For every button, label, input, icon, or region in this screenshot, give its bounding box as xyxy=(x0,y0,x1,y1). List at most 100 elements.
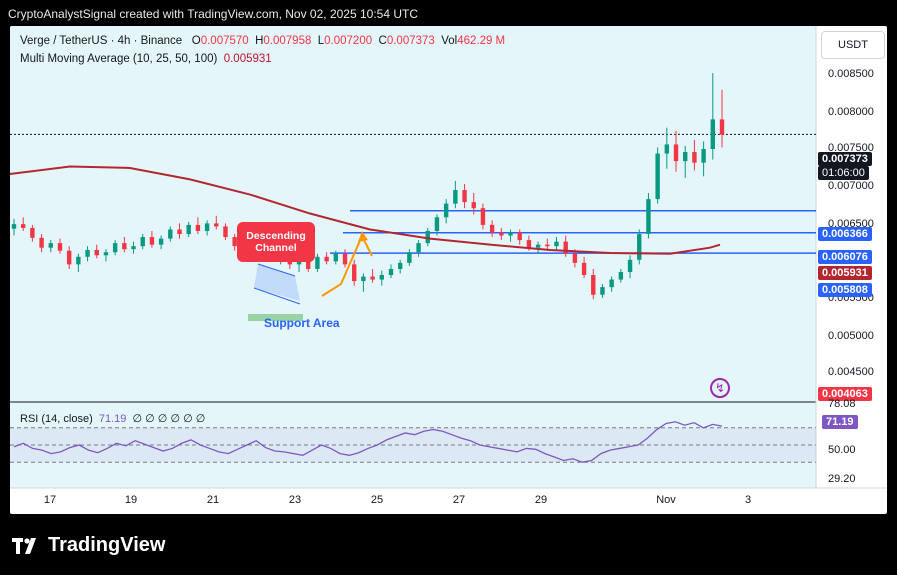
close-label: C xyxy=(378,35,387,47)
descending-channel-shape xyxy=(254,264,300,301)
chart-canvas[interactable] xyxy=(10,26,887,514)
candle-body xyxy=(168,229,173,239)
candle-body xyxy=(140,237,145,247)
candle-body xyxy=(710,119,716,149)
candle-body xyxy=(85,249,90,257)
tradingview-mark-icon xyxy=(12,536,42,556)
price-tick: 0.008500 xyxy=(828,68,874,80)
level-badge-3: 0.005808 xyxy=(818,283,872,297)
rsi-value: 71.19 xyxy=(98,413,127,425)
candle-body xyxy=(186,224,191,235)
lightning-icon[interactable]: ↯ xyxy=(710,378,730,398)
chart-frame[interactable]: Verge / TetherUS · 4h · Binance O0.00757… xyxy=(10,26,887,514)
candle-body xyxy=(637,234,642,260)
close-value: 0.007373 xyxy=(386,35,435,47)
time-tick: 21 xyxy=(206,494,220,506)
candle-body xyxy=(66,250,72,265)
candle-body xyxy=(683,152,688,162)
candle-body xyxy=(76,256,81,265)
candle-body xyxy=(554,241,559,247)
countdown-badge: 01:06:00 xyxy=(818,166,869,180)
candle-body xyxy=(535,244,541,248)
support-area-label[interactable]: Support Area xyxy=(264,316,340,330)
candle-body xyxy=(591,275,596,295)
candle-body xyxy=(352,264,357,282)
candle-body xyxy=(177,229,182,235)
candle-body xyxy=(11,224,17,229)
currency-button[interactable]: USDT xyxy=(821,31,885,59)
candle-body xyxy=(30,227,35,238)
symbol-info: Verge / TetherUS · 4h · Binance O0.00757… xyxy=(20,35,505,47)
open-label: O xyxy=(191,35,201,47)
candle-body xyxy=(94,249,99,256)
candle-body xyxy=(388,268,394,276)
candle-body xyxy=(214,223,219,227)
time-tick: 25 xyxy=(370,494,384,506)
price-tick: 0.005000 xyxy=(828,330,874,342)
candle-body xyxy=(508,232,513,236)
candle-body xyxy=(563,241,568,254)
candle-body xyxy=(333,253,339,262)
level-badge-2: 0.006076 xyxy=(818,250,872,264)
candle-body xyxy=(361,276,366,282)
rsi-tick: 50.00 xyxy=(828,444,856,456)
ma-badge: 0.005931 xyxy=(818,266,872,280)
candle-body xyxy=(673,144,679,162)
candle-body xyxy=(545,244,550,247)
indicator-value: 0.005931 xyxy=(223,53,272,65)
candle-body xyxy=(149,237,155,245)
candle-body xyxy=(158,238,164,245)
candle-body xyxy=(48,243,53,248)
price-tick: 0.007000 xyxy=(828,180,874,192)
candle-body xyxy=(122,243,127,250)
descending-channel-callout[interactable]: Descending Channel xyxy=(237,222,315,262)
candle-body xyxy=(416,243,421,253)
rsi-label: RSI (14, close) xyxy=(20,413,93,425)
candle-body xyxy=(306,261,311,269)
last-price-badge: 0.007373 xyxy=(818,152,872,166)
candle-body xyxy=(517,232,522,241)
candle-body xyxy=(646,199,651,235)
rsi-info: RSI (14, close) 71.19 ∅ ∅ ∅ ∅ ∅ ∅ xyxy=(20,412,205,425)
symbol-title: Verge / TetherUS · 4h · Binance xyxy=(20,35,183,47)
candle-body xyxy=(664,144,670,154)
candle-body xyxy=(701,148,706,163)
time-tick: 23 xyxy=(288,494,302,506)
open-value: 0.007570 xyxy=(200,35,249,47)
price-tick: 0.008000 xyxy=(828,106,874,118)
candle-body xyxy=(692,152,697,163)
projection-arrow xyxy=(321,233,373,297)
candle-body xyxy=(618,271,624,280)
candle-body xyxy=(407,252,412,263)
candle-body xyxy=(342,253,348,265)
candle-body xyxy=(20,224,26,228)
candle-body xyxy=(370,276,375,280)
indicator-info: Multi Moving Average (10, 25, 50, 100) 0… xyxy=(20,53,272,65)
time-tick: Nov xyxy=(656,494,676,506)
candle-body xyxy=(600,287,605,295)
candle-body xyxy=(471,202,476,209)
rsi-tick: 29.20 xyxy=(828,473,856,485)
candle-body xyxy=(572,253,578,263)
candle-body xyxy=(315,256,320,269)
time-tick: 3 xyxy=(744,494,752,506)
candle-body xyxy=(462,189,467,203)
time-tick: 19 xyxy=(124,494,138,506)
candle-body xyxy=(204,223,210,231)
candle-body xyxy=(581,262,587,276)
candle-body xyxy=(655,153,660,200)
volume-label: Vol xyxy=(441,35,458,47)
indicator-label: Multi Moving Average (10, 25, 50, 100) xyxy=(20,53,218,65)
time-tick: 29 xyxy=(534,494,548,506)
candle-body xyxy=(324,256,329,262)
candle-body xyxy=(499,232,504,236)
candle-body xyxy=(453,189,458,204)
candle-body xyxy=(39,237,44,248)
volume-value: 462.29 M xyxy=(457,35,506,47)
rsi-placeholders: ∅ ∅ ∅ ∅ ∅ ∅ xyxy=(132,413,206,425)
tradingview-logo: TradingView xyxy=(12,534,165,557)
candle-body xyxy=(103,252,109,256)
candle-body xyxy=(719,119,725,135)
rsi-tick: 78.08 xyxy=(828,398,856,410)
time-tick: 17 xyxy=(43,494,57,506)
